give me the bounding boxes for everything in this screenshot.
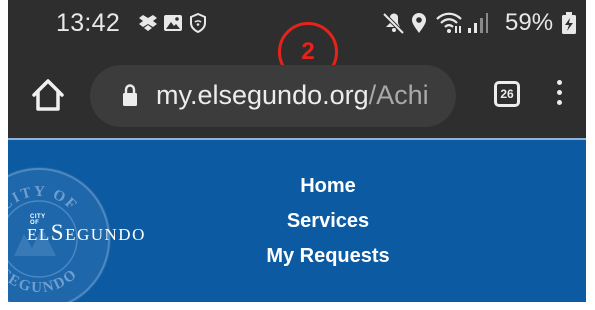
battery-percent: 59% [505,9,554,36]
wifi-icon [436,11,462,35]
vpn-shield-icon [190,11,206,35]
more-vert-icon[interactable] [553,80,565,110]
tab-count: 26 [500,87,514,101]
mute-icon [381,11,405,35]
nav-home[interactable]: Home [248,174,408,209]
gallery-icon [163,11,183,35]
dropbox-icon [138,11,158,35]
site-header: CITY OF SEGUNDO CITY OF ELSEGUNDO Home S… [8,140,586,302]
battery-charging-icon [562,11,576,35]
url-host: my.elsegundo.org [156,80,369,110]
status-time: 13:42 [56,9,121,37]
address-bar[interactable]: my.elsegundo.org/Achi [90,65,456,127]
url-text[interactable]: my.elsegundo.org/Achi [156,80,429,111]
nav-my-requests[interactable]: My Requests [248,244,408,279]
lock-icon [122,83,138,112]
home-button[interactable] [30,78,70,114]
signal-icon [467,11,489,35]
main-nav: Home Services My Requests [248,174,408,279]
home-icon [30,79,66,116]
location-icon [411,11,427,35]
tab-switcher-button[interactable]: 26 [494,81,520,107]
nav-services[interactable]: Services [248,209,408,244]
url-path: /Achi [368,80,429,110]
logo-wordmark: ELSEGUNDO [27,220,146,245]
phone-screen: 13:42 59% 2 my.elsegundo.org/Achi 26 ITY… [8,0,586,302]
